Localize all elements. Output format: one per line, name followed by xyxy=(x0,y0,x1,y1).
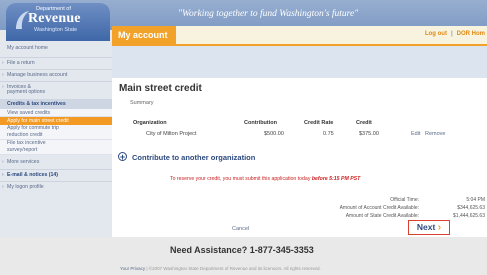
sidebar-item-view-saved-credits[interactable]: View saved credits xyxy=(0,109,112,117)
privacy-link[interactable]: Your Privacy xyxy=(120,266,145,271)
sidebar-nav: My account home File a return Manage bus… xyxy=(0,41,113,237)
state-credit-value: $1,444,625.63 xyxy=(453,213,485,219)
sidebar-item-manage-business[interactable]: Manage business account xyxy=(0,69,112,78)
sidebar-item-commute-trip[interactable]: Apply for commute trip xyxy=(0,125,112,132)
col-header-contribution: Contribution xyxy=(244,120,277,126)
sidebar-item-email-notices[interactable]: E-mail & notices (14) xyxy=(0,169,112,178)
top-links: Log out | DOR Hom xyxy=(425,31,485,37)
account-credit-value: $344,625.63 xyxy=(457,205,485,211)
copyright-text: | ©2007 Washington State Department of R… xyxy=(146,266,321,271)
revenue-logo[interactable]: Department of Revenue Washington State xyxy=(6,3,110,41)
logo-name-text: Revenue xyxy=(28,11,81,26)
sidebar-item-commute-trip-line2[interactable]: reduction credit xyxy=(0,132,112,140)
sidebar-item-file-return[interactable]: File a return xyxy=(0,57,112,66)
next-button[interactable]: Next › xyxy=(408,220,450,235)
logout-link[interactable]: Log out xyxy=(425,31,447,37)
banner-band xyxy=(112,46,487,78)
logo-state-text: Washington State xyxy=(34,27,78,33)
page-title: Main street credit xyxy=(119,83,202,94)
account-credit-label: Amount of Account Credit Available: xyxy=(339,205,419,211)
summary-label: Summary xyxy=(130,100,154,106)
assistance-phone: Need Assistance? 1-877-345-3353 xyxy=(170,245,314,255)
state-credit-label: Amount of State Credit Available: xyxy=(345,213,419,219)
main-panel: My account Log out | DOR Hom Main street c… xyxy=(112,26,487,237)
dor-home-link[interactable]: DOR Hom xyxy=(457,31,485,37)
cell-organization: City of Milton Project xyxy=(146,131,197,137)
add-circle-icon[interactable]: + xyxy=(118,152,127,162)
cancel-link[interactable]: Cancel xyxy=(232,226,249,232)
cell-credit: $375.00 xyxy=(359,131,379,137)
reserve-warning: To reserve your credit, you must submit … xyxy=(170,176,360,182)
reserve-warning-text: To reserve your credit, you must submit … xyxy=(170,176,311,182)
tab-bar: My account Log out | DOR Hom xyxy=(112,26,487,46)
sidebar-item-logon-profile[interactable]: My logon profile xyxy=(0,181,112,190)
sidebar-item-more-services[interactable]: More services xyxy=(0,159,112,165)
cell-contribution: $500.00 xyxy=(264,131,284,137)
tab-my-account[interactable]: My account xyxy=(112,26,176,44)
sidebar-item-invoices-line2[interactable]: payment options xyxy=(0,89,112,95)
sidebar-item-account-home[interactable]: My account home xyxy=(0,45,112,51)
chevron-right-icon: › xyxy=(437,222,442,233)
official-time-value: 5:04 PM xyxy=(466,197,485,203)
official-time-label: Official Time: xyxy=(390,197,419,203)
sidebar-item-incentive-survey-line2[interactable]: survey/report xyxy=(0,147,112,155)
sidebar-section-credits[interactable]: Credits & tax incentives xyxy=(0,99,112,109)
cell-credit-rate: 0.75 xyxy=(323,131,334,137)
footer: Your Privacy | ©2007 Washington State De… xyxy=(120,266,321,271)
link-separator: | xyxy=(450,31,453,37)
tagline: "Working together to fund Washington's f… xyxy=(178,9,359,19)
next-button-label: Next xyxy=(416,222,436,232)
remove-link[interactable]: Remove xyxy=(425,131,445,137)
col-header-credit-rate: Credit Rate xyxy=(304,120,334,126)
sidebar-item-incentive-survey[interactable]: File tax incentive xyxy=(0,140,112,147)
reserve-deadline: before 5:15 PM PST xyxy=(311,176,361,182)
sidebar-item-main-street-credit[interactable]: Apply for main street credit xyxy=(0,117,112,125)
col-header-credit: Credit xyxy=(356,120,372,126)
contribute-another-link[interactable]: Contribute to another organization xyxy=(132,153,255,162)
col-header-organization: Organization xyxy=(133,120,167,126)
edit-link[interactable]: Edit xyxy=(411,131,420,137)
